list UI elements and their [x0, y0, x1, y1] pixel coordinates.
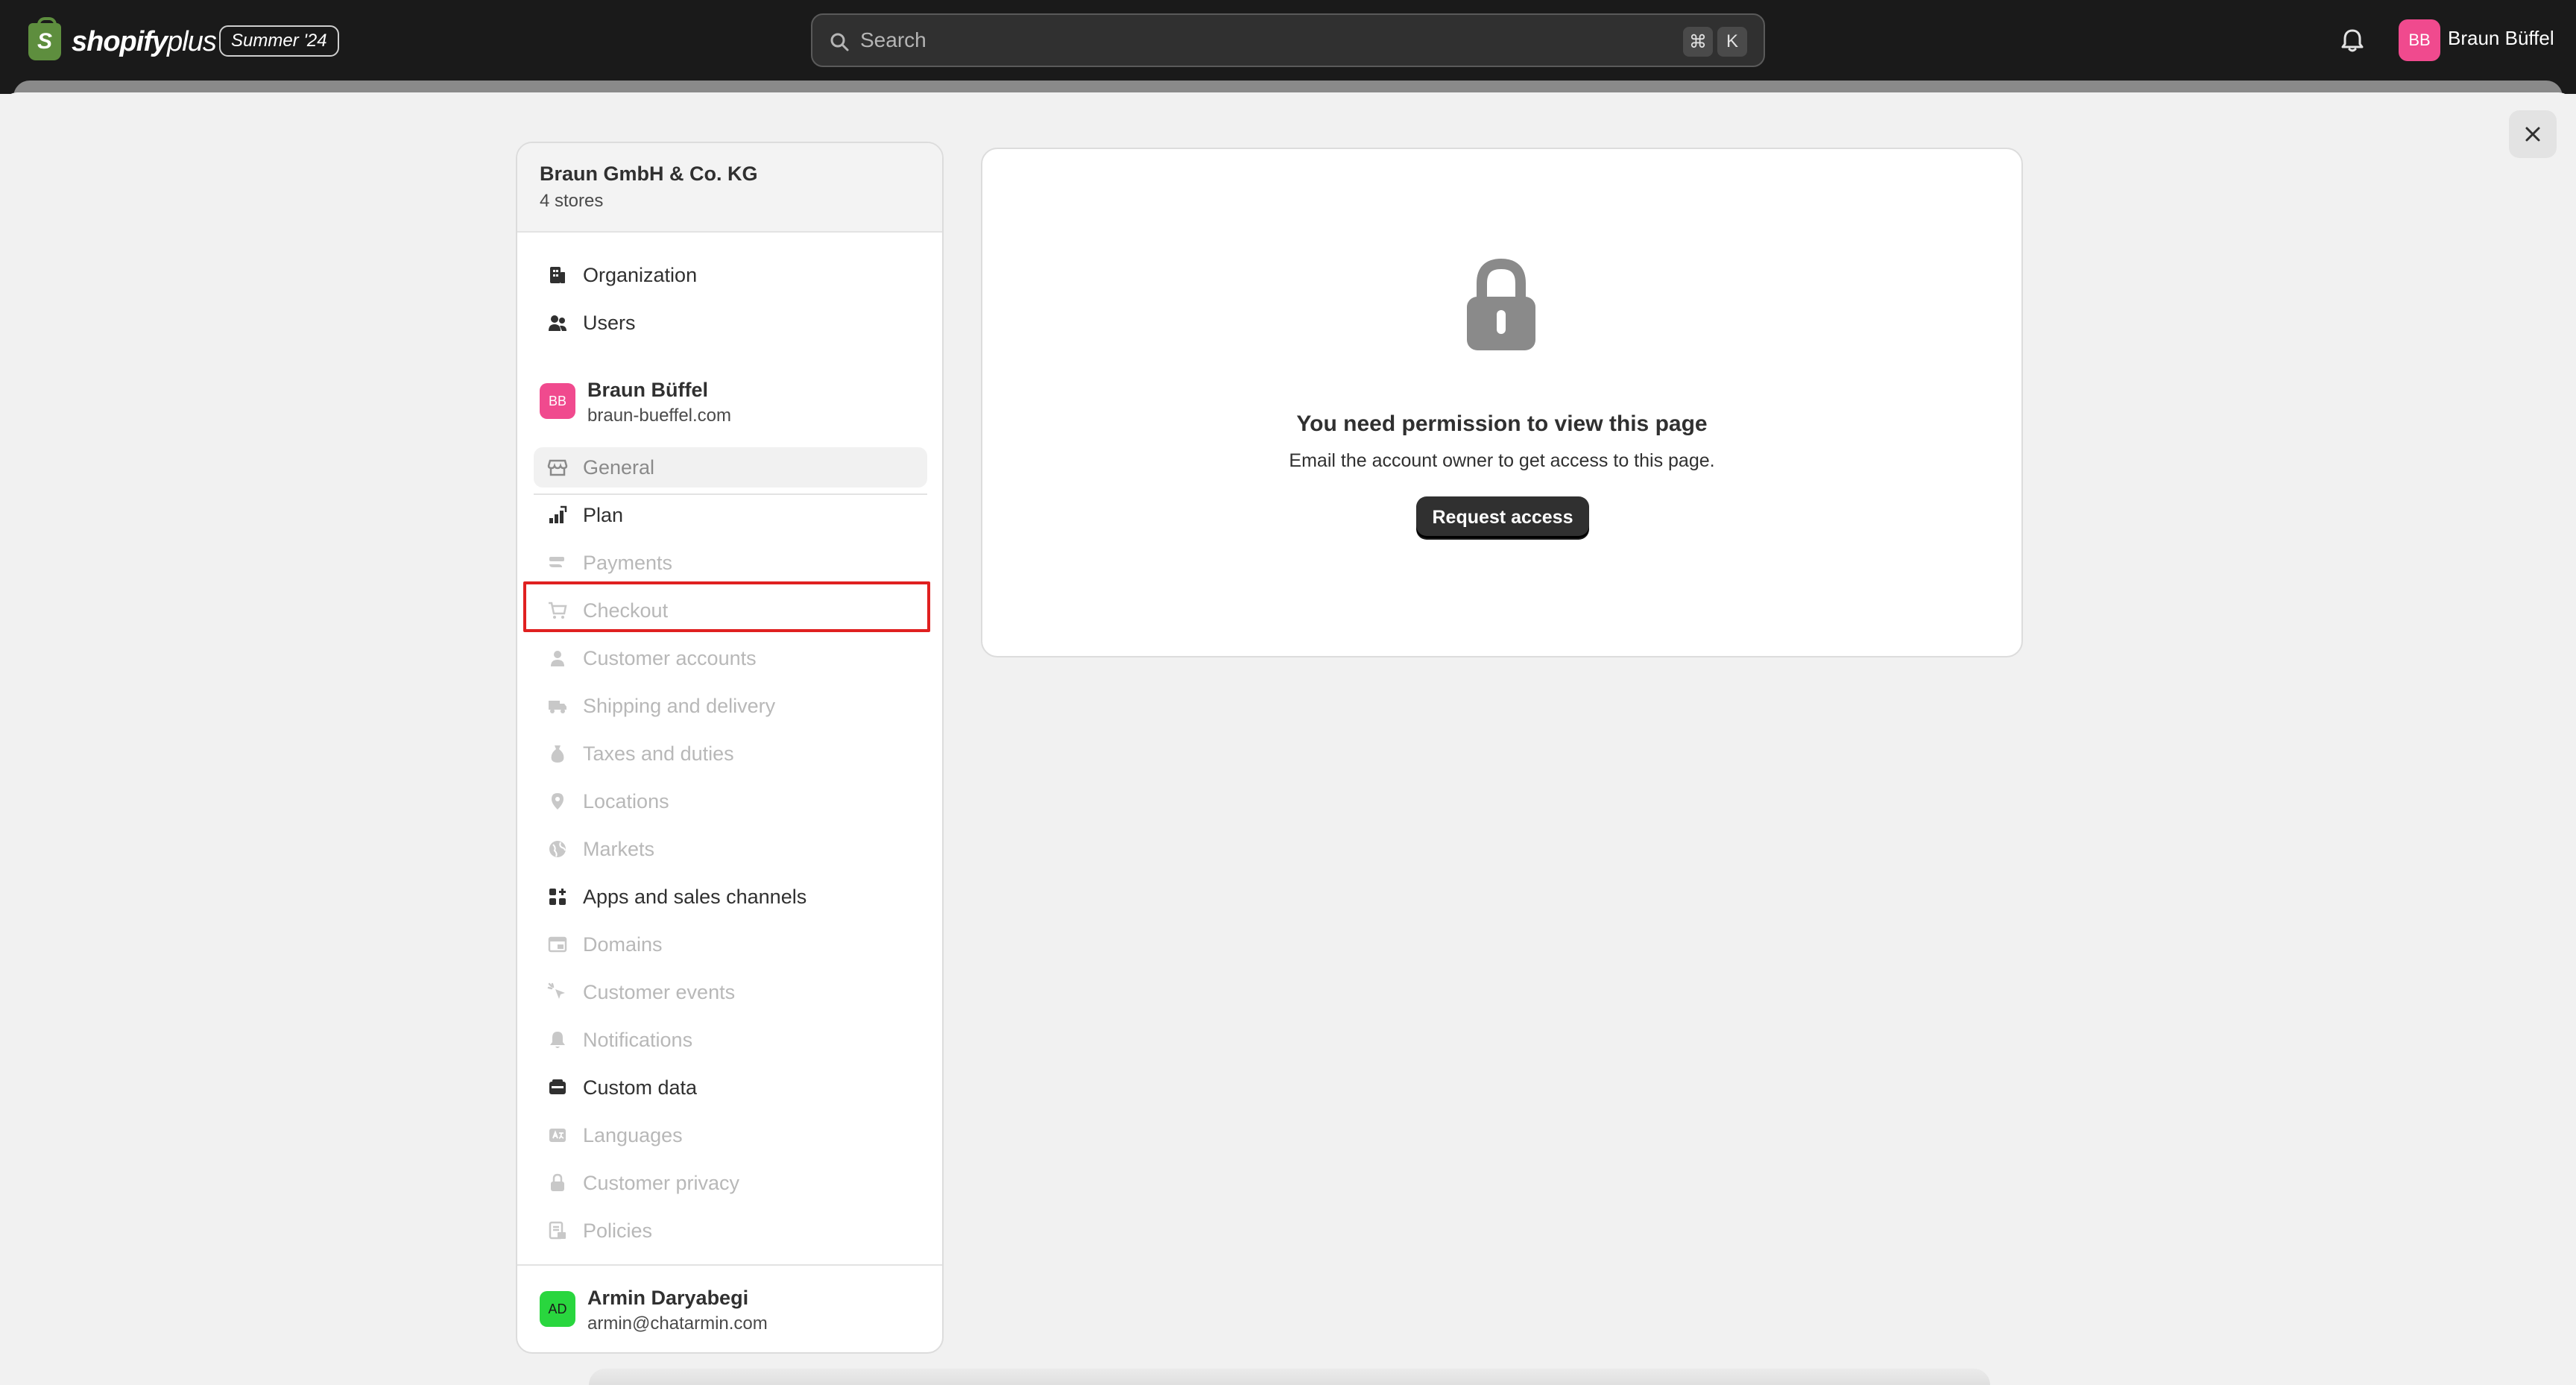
- sidebar-item-label: Policies: [583, 1219, 653, 1242]
- organization-header[interactable]: Braun GmbH & Co. KG 4 stores: [517, 143, 942, 233]
- organization-name: Braun GmbH & Co. KG: [540, 163, 758, 185]
- sidebar-item-customer-accounts[interactable]: Customer accounts: [534, 638, 927, 678]
- domain-icon: [548, 936, 567, 953]
- sidebar-item-label: General: [583, 455, 655, 479]
- store-name[interactable]: Braun Büffel: [587, 379, 708, 402]
- sidebar-item-taxes[interactable]: Taxes and duties: [534, 733, 927, 774]
- sidebar-item-label: Customer accounts: [583, 646, 757, 669]
- sidebar-item-label: Customer events: [583, 980, 736, 1003]
- sidebar-item-shipping[interactable]: Shipping and delivery: [534, 686, 927, 726]
- settings-sidebar: Braun GmbH & Co. KG 4 stores Organizatio…: [516, 142, 944, 1354]
- sidebar-item-domains[interactable]: Domains: [534, 924, 927, 965]
- sidebar-divider-bottom: [517, 1264, 942, 1266]
- close-button[interactable]: [2509, 110, 2557, 158]
- sidebar-item-label: Apps and sales channels: [583, 885, 807, 908]
- sidebar-item-organization[interactable]: Organization: [534, 255, 927, 295]
- sidebar-item-label: Shipping and delivery: [583, 694, 776, 717]
- shopify-plus-logo[interactable]: S shopifyplus: [28, 17, 217, 64]
- logo-text: shopify: [72, 25, 168, 57]
- sidebar-item-notifications[interactable]: Notifications: [534, 1020, 927, 1060]
- sidebar-item-label: Plan: [583, 503, 624, 526]
- logo-plus-text: plus: [167, 25, 217, 57]
- search-bar[interactable]: Search ⌘ K: [811, 13, 1765, 67]
- bell-icon: [550, 1032, 565, 1048]
- cursor-click-icon: [547, 982, 565, 999]
- sidebar-item-label: Organization: [583, 263, 698, 286]
- bottom-shadow: [589, 1369, 1990, 1385]
- globe-icon: [549, 841, 566, 857]
- sidebar-item-label: Markets: [583, 837, 655, 860]
- sidebar-item-apps[interactable]: Apps and sales channels: [534, 877, 927, 917]
- permission-title: You need permission to view this page: [1296, 411, 1708, 436]
- shopify-bag-icon: S: [28, 17, 61, 60]
- sidebar-item-label: Users: [583, 311, 636, 334]
- sidebar-item-policies[interactable]: Policies: [534, 1211, 927, 1251]
- sidebar-item-label: Taxes and duties: [583, 742, 734, 765]
- database-icon: [549, 1079, 566, 1094]
- sidebar-item-label: Notifications: [583, 1028, 693, 1051]
- sidebar-item-general[interactable]: General: [534, 447, 927, 488]
- account-email: armin@chatarmin.com: [587, 1313, 768, 1334]
- policy-icon: [549, 1221, 566, 1240]
- permission-description: Email the account owner to get access to…: [1289, 450, 1715, 471]
- sidebar-item-customer-privacy[interactable]: Customer privacy: [534, 1163, 927, 1203]
- sidebar-item-label: Languages: [583, 1123, 683, 1146]
- sidebar-item-plan[interactable]: Plan: [534, 495, 927, 535]
- notifications-bell-icon[interactable]: [2337, 25, 2367, 55]
- sidebar-item-label: Payments: [583, 551, 673, 574]
- sidebar-item-customer-events[interactable]: Customer events: [534, 972, 927, 1012]
- lock-icon: [551, 1173, 564, 1191]
- checkout-highlight: [523, 581, 930, 632]
- sidebar-item-label: Customer privacy: [583, 1171, 740, 1194]
- location-pin-icon: [552, 793, 564, 810]
- apps-icon: [549, 889, 566, 905]
- sidebar-item-payments[interactable]: Payments: [534, 543, 927, 583]
- permission-card: You need permission to view this page Em…: [981, 148, 2023, 657]
- language-icon: [549, 1129, 566, 1142]
- lock-icon: [1467, 258, 1535, 350]
- organization-store-count: 4 stores: [540, 191, 604, 211]
- person-icon: [551, 651, 564, 666]
- sidebar-item-custom-data[interactable]: Custom data: [534, 1067, 927, 1108]
- close-icon: [2525, 127, 2540, 142]
- money-bag-icon: [551, 745, 564, 763]
- account-avatar: AD: [540, 1291, 575, 1327]
- users-icon: [549, 315, 566, 331]
- store-domain: braun-bueffel.com: [587, 406, 732, 426]
- search-placeholder: Search: [860, 28, 926, 51]
- store-avatar: BB: [540, 383, 575, 419]
- sidebar-item-label: Domains: [583, 933, 663, 956]
- sidebar-item-label: Locations: [583, 789, 669, 813]
- building-icon: [550, 267, 565, 283]
- sidebar-item-users[interactable]: Users: [534, 303, 927, 343]
- edition-badge[interactable]: Summer '24: [219, 25, 339, 57]
- user-name[interactable]: Braun Büffel: [2448, 27, 2554, 50]
- truck-icon: [549, 701, 566, 713]
- shortcut-key-k: K: [1717, 27, 1747, 57]
- account-name[interactable]: Armin Daryabegi: [587, 1287, 748, 1310]
- sidebar-item-label: Custom data: [583, 1076, 698, 1099]
- sidebar-item-languages[interactable]: Languages: [534, 1115, 927, 1155]
- shortcut-key-cmd: ⌘: [1683, 27, 1713, 57]
- chart-icon: [549, 505, 567, 523]
- payments-icon: [549, 557, 564, 567]
- user-avatar[interactable]: BB: [2399, 19, 2440, 61]
- sidebar-item-locations[interactable]: Locations: [534, 781, 927, 821]
- sidebar-item-markets[interactable]: Markets: [534, 829, 927, 869]
- store-icon: [547, 459, 568, 476]
- request-access-button[interactable]: Request access: [1416, 496, 1589, 538]
- search-icon: [830, 33, 849, 51]
